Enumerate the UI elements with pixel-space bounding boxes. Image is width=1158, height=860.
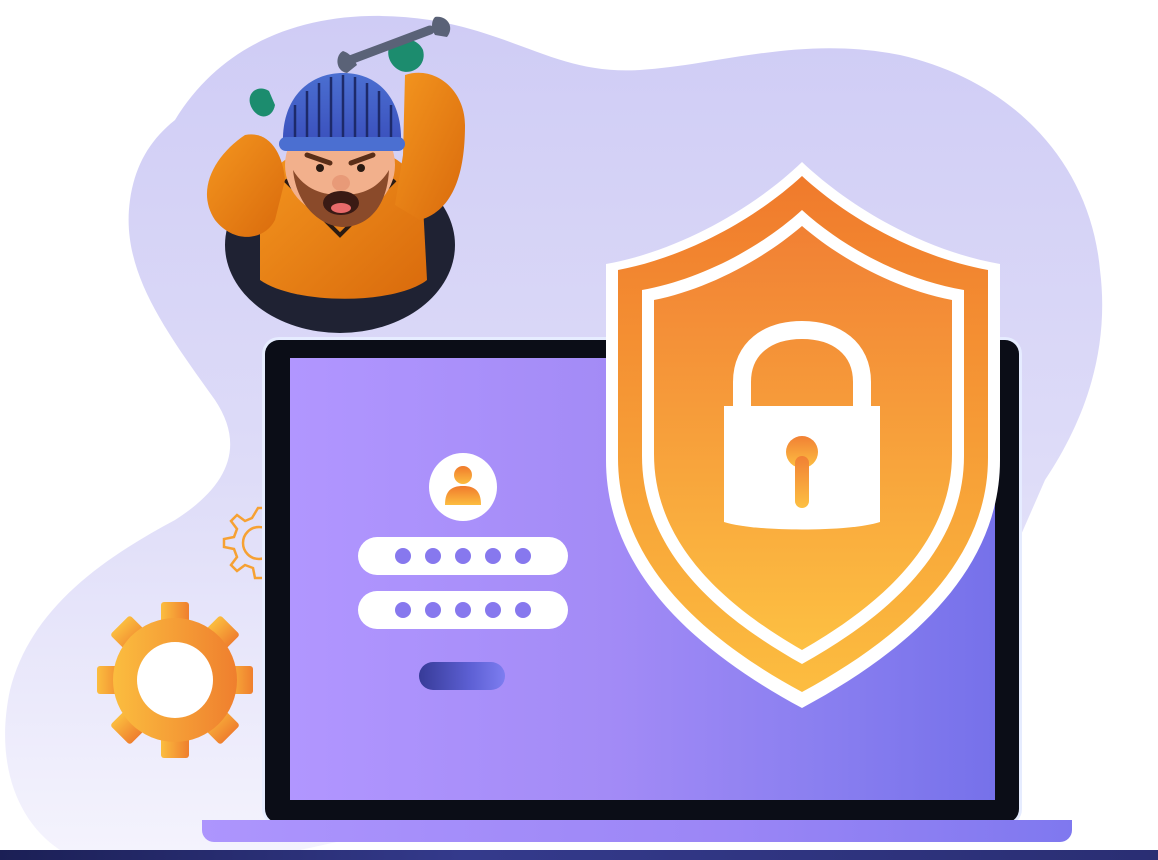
ground-line — [0, 850, 1158, 860]
hacker-character — [206, 16, 465, 333]
masked-char — [515, 548, 531, 564]
masked-char — [485, 548, 501, 564]
avatar — [429, 453, 497, 521]
shield-icon — [606, 162, 1000, 708]
user-icon — [445, 466, 481, 505]
masked-char — [455, 602, 471, 618]
masked-char — [485, 602, 501, 618]
gear-icon — [97, 602, 253, 758]
login-button[interactable] — [419, 662, 505, 690]
masked-char — [515, 602, 531, 618]
masked-char — [455, 548, 471, 564]
laptop-base — [202, 820, 1072, 842]
masked-char — [425, 548, 441, 564]
masked-char — [395, 602, 411, 618]
password-field[interactable] — [358, 591, 568, 629]
security-illustration — [0, 0, 1158, 860]
masked-char — [425, 602, 441, 618]
password-field[interactable] — [358, 537, 568, 575]
masked-char — [395, 548, 411, 564]
